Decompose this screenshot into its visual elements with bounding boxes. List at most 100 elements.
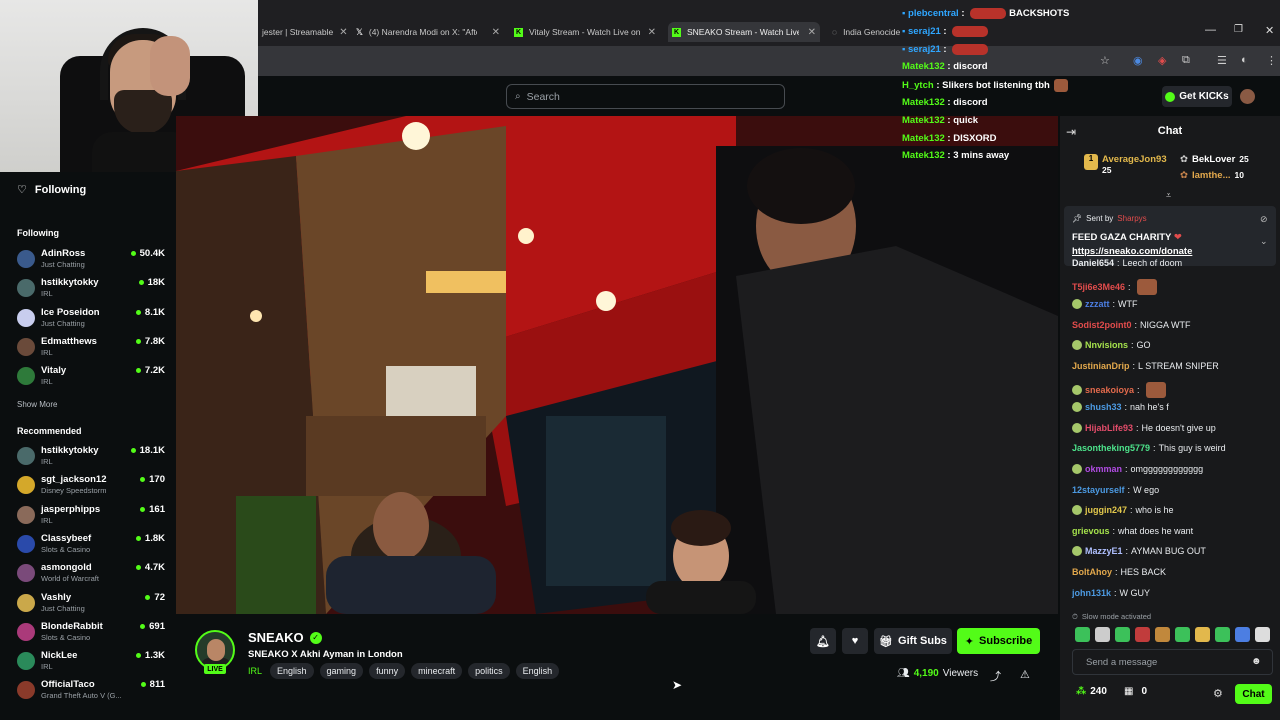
- sidebar-channel[interactable]: BlondeRabbit Slots & Casino 691: [17, 621, 167, 648]
- chat-username[interactable]: HijabLife93: [1085, 423, 1133, 433]
- chat-username[interactable]: MazzyE1: [1085, 546, 1123, 556]
- menu-icon[interactable]: ⋮: [1266, 54, 1277, 67]
- close-icon[interactable]: ✕: [648, 27, 660, 38]
- top-gifter[interactable]: ✿ BekLover 25: [1180, 154, 1249, 165]
- sidebar-channel[interactable]: NickLee IRL 1.3K: [17, 650, 167, 677]
- emote-button[interactable]: [1235, 627, 1250, 642]
- top-gifter[interactable]: ✿ Iamthe... 10: [1180, 170, 1244, 181]
- tag-chip[interactable]: English: [270, 663, 314, 679]
- chat-username[interactable]: okmman: [1085, 464, 1122, 474]
- chat-username[interactable]: john131k: [1072, 588, 1111, 598]
- sidebar-channel[interactable]: Ice Poseidon Just Chatting 8.1K: [17, 307, 167, 334]
- sidebar-channel[interactable]: sgt_jackson12 Disney Speedstorm 170: [17, 474, 167, 501]
- close-icon[interactable]: ✕: [492, 27, 504, 38]
- chevron-down-icon[interactable]: ⌄: [1260, 236, 1268, 247]
- gear-icon[interactable]: ⚙: [1213, 687, 1223, 700]
- sidebar-channel[interactable]: asmongold World of Warcraft 4.7K: [17, 562, 167, 589]
- chat-username[interactable]: shush33: [1085, 402, 1122, 412]
- sidebar-channel[interactable]: Edmatthews IRL 7.8K: [17, 336, 167, 363]
- chat-username[interactable]: Nnvisions: [1085, 340, 1128, 350]
- sender-name[interactable]: Sharpys: [1117, 214, 1146, 223]
- chat-username[interactable]: Jasontheking5779: [1072, 443, 1150, 453]
- emote-image: [970, 8, 1007, 19]
- sidebar-channel[interactable]: Classybeef Slots & Casino 1.8K: [17, 533, 167, 560]
- sidebar-channel[interactable]: jasperphipps IRL 161: [17, 504, 167, 531]
- user-avatar[interactable]: [1240, 89, 1255, 104]
- report-icon[interactable]: ⚠: [1020, 668, 1030, 681]
- get-kicks-button[interactable]: Get KICKs: [1162, 86, 1232, 107]
- profile-icon[interactable]: ◐: [1241, 54, 1248, 66]
- sidebar-channel[interactable]: AdinRoss Just Chatting 50.4K: [17, 248, 167, 275]
- emote-button[interactable]: [1075, 627, 1090, 642]
- chat-message: Daniel654: Leech of doom: [1072, 258, 1182, 268]
- chat-username[interactable]: Daniel654: [1072, 258, 1114, 268]
- chat-username[interactable]: JustinianDrip: [1072, 361, 1130, 371]
- browser-tab-active[interactable]: K SNEAKO Stream - Watch Live on K ✕: [668, 22, 820, 42]
- close-icon[interactable]: ✕: [339, 27, 350, 38]
- chat-input[interactable]: Send a message: [1072, 649, 1273, 675]
- emote-button[interactable]: [1095, 627, 1110, 642]
- tag-chip[interactable]: politics: [468, 663, 510, 679]
- emote-button[interactable]: [1175, 627, 1190, 642]
- gifts-balance[interactable]: ▦ 0: [1124, 686, 1147, 697]
- video-player[interactable]: [176, 116, 1058, 614]
- emote-button[interactable]: [1255, 627, 1270, 642]
- chat-username[interactable]: Sodist2point0: [1072, 320, 1132, 330]
- emote-button[interactable]: [1155, 627, 1170, 642]
- chat-username[interactable]: grievous: [1072, 526, 1110, 536]
- close-window-icon[interactable]: ✕: [1265, 24, 1274, 37]
- show-more-link[interactable]: Show More: [17, 400, 57, 409]
- sidebar-channel[interactable]: Vashly Just Chatting 72: [17, 592, 167, 619]
- chat-username[interactable]: BoltAhoy: [1072, 567, 1112, 577]
- chat-send-button[interactable]: Chat: [1235, 684, 1272, 704]
- follow-button[interactable]: ♥: [842, 628, 868, 654]
- sidebar-channel[interactable]: OfficialTaco Grand Theft Auto V (G... 811: [17, 679, 167, 706]
- expand-leaderboard-icon[interactable]: ⩡: [1166, 190, 1171, 201]
- tag-chip[interactable]: funny: [369, 663, 406, 679]
- chat-username[interactable]: T5ji6e3Me46: [1072, 282, 1125, 292]
- search-input[interactable]: ⌕ Search: [506, 84, 785, 109]
- unpin-icon[interactable]: ⊘: [1260, 214, 1268, 225]
- share-icon[interactable]: ⤴: [990, 668, 1001, 684]
- browser-tab[interactable]: K Vitaly Stream - Watch Live on K ✕: [510, 22, 660, 42]
- minimize-icon[interactable]: —: [1205, 24, 1216, 36]
- subscribe-button[interactable]: ✦ Subscribe: [957, 628, 1040, 654]
- chat-text: AYMAN BUG OUT: [1131, 546, 1206, 557]
- address-bar[interactable]: [258, 46, 1280, 76]
- gift-subs-button[interactable]: 🎁︎ Gift Subs: [874, 628, 952, 654]
- chat-username[interactable]: zzzatt: [1085, 299, 1110, 309]
- sidebar-channel[interactable]: hstikkytokky IRL 18.1K: [17, 445, 167, 472]
- following-header[interactable]: ♡ Following: [17, 183, 87, 197]
- chat-username[interactable]: sneakoioya: [1085, 385, 1134, 395]
- star-icon[interactable]: ☆: [1100, 54, 1110, 67]
- chat-username[interactable]: juggin247: [1085, 505, 1127, 515]
- extension-icon[interactable]: ◉: [1133, 54, 1143, 67]
- close-icon[interactable]: ✕: [808, 27, 820, 38]
- emote-button[interactable]: [1115, 627, 1130, 642]
- sidebar-channel[interactable]: Vitaly IRL 7.2K: [17, 365, 167, 392]
- following-header-label: Following: [34, 183, 87, 196]
- tag-chip[interactable]: English: [515, 663, 560, 679]
- gift-icon: 🎁︎: [879, 635, 894, 648]
- donate-link[interactable]: https://sneako.com/donate: [1072, 246, 1192, 257]
- category-link[interactable]: IRL: [248, 666, 262, 676]
- browser-tab[interactable]: 𝕏 (4) Narendra Modi on X: "After ✕: [352, 22, 504, 42]
- browser-tab[interactable]: ◌ India Genocide: [828, 22, 900, 42]
- chat-username[interactable]: 12stayurself: [1072, 485, 1125, 495]
- maximize-icon[interactable]: ❐: [1234, 24, 1243, 35]
- emoji-icon[interactable]: ☻: [1251, 656, 1262, 667]
- emote-button[interactable]: [1135, 627, 1150, 642]
- tag-chip[interactable]: minecraft: [411, 663, 463, 679]
- top-gifter[interactable]: 1 AverageJon93 25: [1084, 154, 1167, 175]
- puzzle-icon[interactable]: ⧉: [1182, 54, 1190, 67]
- streamer-name[interactable]: SNEAKO ✓: [248, 630, 322, 645]
- kicks-balance[interactable]: ⁂ 240: [1076, 686, 1107, 697]
- browser-tab[interactable]: jester | Streamable ✕: [258, 22, 350, 42]
- reading-list-icon[interactable]: ☰: [1217, 54, 1227, 67]
- notification-button[interactable]: 🔔︎: [810, 628, 836, 654]
- tag-chip[interactable]: gaming: [319, 663, 364, 679]
- extension-icon[interactable]: ◈: [1158, 54, 1166, 67]
- emote-button[interactable]: [1195, 627, 1210, 642]
- emote-button[interactable]: [1215, 627, 1230, 642]
- sidebar-channel[interactable]: hstikkytokky IRL 18K: [17, 277, 167, 304]
